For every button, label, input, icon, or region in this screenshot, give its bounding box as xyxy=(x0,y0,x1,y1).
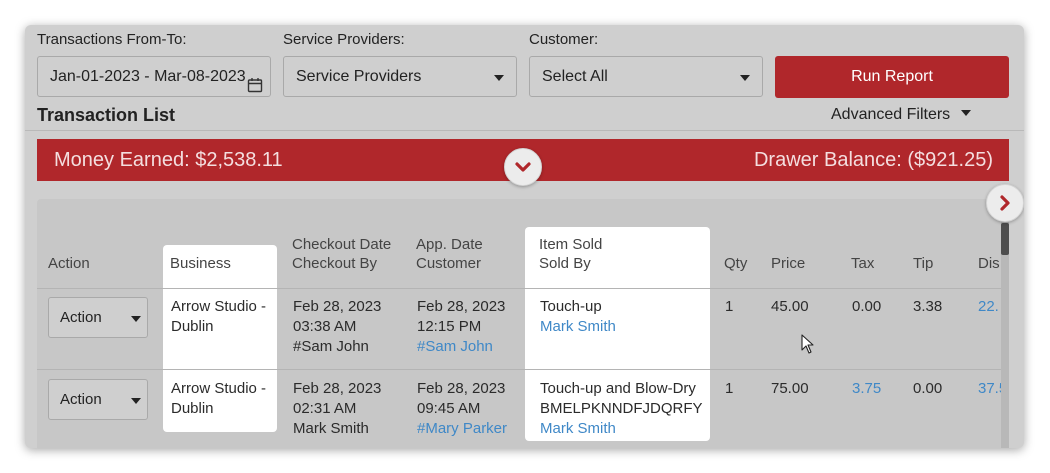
providers-label: Service Providers: xyxy=(283,31,405,48)
chevron-down-icon xyxy=(131,316,141,322)
col-item-sold: Item Sold xyxy=(539,236,603,253)
col-price: Price xyxy=(771,255,806,272)
advanced-filters-toggle[interactable]: Advanced Filters xyxy=(831,106,971,124)
transaction-list-title: Transaction List xyxy=(37,105,176,125)
business-location: Dublin xyxy=(171,318,214,335)
tax: 0.00 xyxy=(852,298,882,315)
app-time: 12:15 PM xyxy=(417,318,482,335)
item-sold: Touch-up and Blow-Dry xyxy=(540,380,696,397)
col-tax: Tax xyxy=(851,255,875,272)
customer-select[interactable]: Select All xyxy=(529,56,763,97)
col-action: Action xyxy=(48,255,90,272)
date-range-input[interactable]: Jan-01-2023 - Mar-08-2023 xyxy=(37,56,271,97)
service-providers-select[interactable]: Service Providers xyxy=(283,56,517,97)
customer-value: Select All xyxy=(542,68,608,85)
report-panel: Transactions From-To: Service Providers:… xyxy=(25,25,1024,448)
col-qty: Qty xyxy=(724,255,748,272)
header-divider xyxy=(37,288,1007,289)
price: 75.00 xyxy=(771,380,809,397)
qty: 1 xyxy=(725,298,734,315)
business-name: Arrow Studio - xyxy=(171,298,267,315)
checkout-date: Feb 28, 2023 xyxy=(293,298,382,315)
scroll-right-button[interactable] xyxy=(986,184,1024,222)
col-app-date: App. Date xyxy=(416,236,483,253)
calendar-icon[interactable] xyxy=(247,69,263,93)
customer-link[interactable]: #Mary Parker xyxy=(417,419,507,439)
sold-by-link[interactable]: Mark Smith xyxy=(540,419,616,439)
col-discount: Dis xyxy=(978,255,1000,272)
checkout-by: #Sam John xyxy=(293,338,369,355)
transaction-table: Action Business Checkout Date Checkout B… xyxy=(37,199,1007,448)
row-action-label: Action xyxy=(60,309,102,326)
business-location: Dublin xyxy=(171,400,214,417)
sold-by-link[interactable]: Mark Smith xyxy=(540,317,616,337)
chevron-right-icon xyxy=(1000,195,1010,211)
checkout-by: Mark Smith xyxy=(293,420,369,437)
collapse-summary-button[interactable] xyxy=(504,148,542,186)
row-action-button[interactable]: Action xyxy=(48,379,148,420)
chevron-down-icon xyxy=(515,162,531,172)
col-tip: Tip xyxy=(913,255,934,272)
row-action-button[interactable]: Action xyxy=(48,297,148,338)
tip: 3.38 xyxy=(913,298,943,315)
customer-link[interactable]: #Sam John xyxy=(417,337,493,357)
col-checkout-by: Checkout By xyxy=(292,255,378,272)
run-report-button[interactable]: Run Report xyxy=(775,56,1009,98)
col-customer: Customer xyxy=(416,255,482,272)
chevron-down-icon xyxy=(494,75,504,81)
qty: 1 xyxy=(725,380,734,397)
business-name: Arrow Studio - xyxy=(171,380,267,397)
app-date: Feb 28, 2023 xyxy=(417,380,506,397)
scrollbar-thumb[interactable] xyxy=(1001,223,1009,255)
chevron-down-icon xyxy=(740,75,750,81)
app-date: Feb 28, 2023 xyxy=(417,298,506,315)
date-range-label: Transactions From-To: xyxy=(37,31,187,48)
advanced-filters-label: Advanced Filters xyxy=(831,106,951,123)
checkout-date: Feb 28, 2023 xyxy=(293,380,382,397)
col-business: Business xyxy=(170,255,231,272)
price: 45.00 xyxy=(771,298,809,315)
money-earned: Money Earned: $2,538.11 xyxy=(54,149,283,171)
item-code: BMELPKNNDFJDQRFY xyxy=(540,400,703,417)
tip: 0.00 xyxy=(913,380,943,397)
discount-link[interactable]: 22. xyxy=(978,297,999,317)
mouse-cursor-icon xyxy=(801,334,814,354)
drawer-balance: Drawer Balance: ($921.25) xyxy=(753,149,993,171)
customer-label: Customer: xyxy=(529,31,599,48)
chevron-down-icon xyxy=(960,110,971,116)
service-providers-value: Service Providers xyxy=(296,68,422,85)
col-sold-by: Sold By xyxy=(539,255,591,272)
date-range-value: Jan-01-2023 - Mar-08-2023 xyxy=(50,68,246,85)
checkout-time: 02:31 AM xyxy=(293,400,357,417)
col-checkout-date: Checkout Date xyxy=(292,236,392,253)
app-time: 09:45 AM xyxy=(417,400,481,417)
row-divider xyxy=(37,369,1007,370)
divider xyxy=(25,130,1024,131)
tax-link[interactable]: 3.75 xyxy=(852,379,881,399)
chevron-down-icon xyxy=(131,398,141,404)
item-sold: Touch-up xyxy=(540,298,602,315)
row-action-label: Action xyxy=(60,391,102,408)
checkout-time: 03:38 AM xyxy=(293,318,357,335)
